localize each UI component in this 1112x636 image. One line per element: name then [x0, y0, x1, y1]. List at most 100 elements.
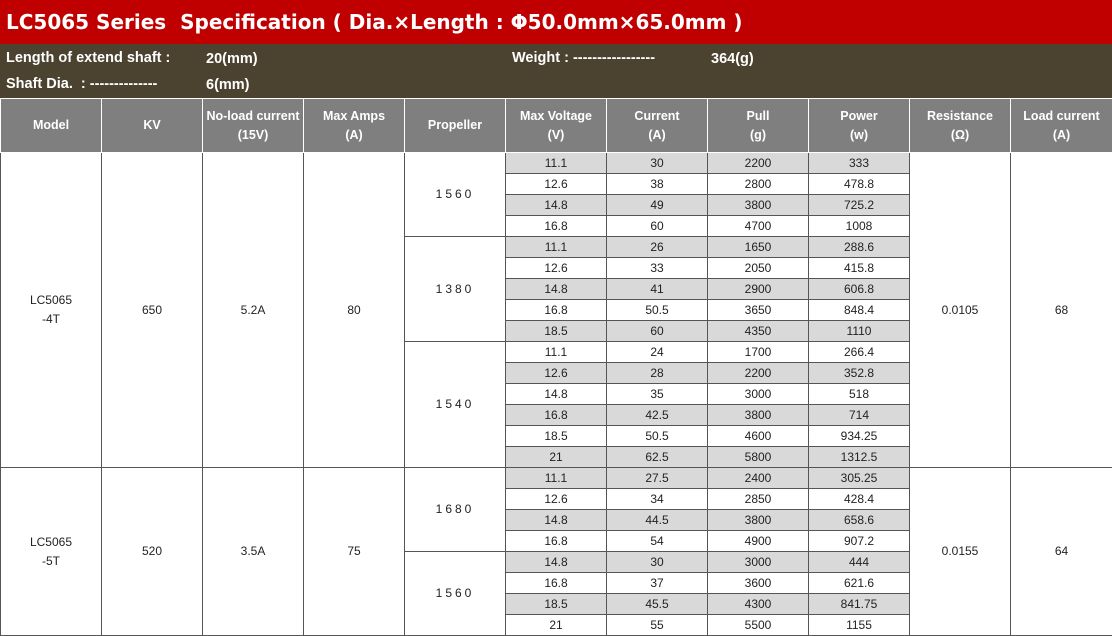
power-cell: 658.6	[809, 510, 910, 531]
voltage-cell: 18.5	[506, 426, 607, 447]
spec-sheet: LC5065 Series Specification ( Dia.×Lengt…	[0, 0, 1112, 614]
propeller-cell: 1560	[405, 153, 506, 237]
weight-label: Weight : -----------------	[512, 50, 655, 66]
header-propeller-label: Propeller	[428, 118, 482, 132]
current-cell: 49	[607, 195, 708, 216]
current-cell: 54	[607, 531, 708, 552]
header-row: Model KV No-load current(15V) Max Amps (A…	[1, 99, 1112, 153]
power-cell: 725.2	[809, 195, 910, 216]
voltage-cell: 18.5	[506, 594, 607, 615]
header-resistance-label: Resistance	[927, 109, 993, 123]
voltage-cell: 14.8	[506, 552, 607, 573]
spec-table-body: LC5065-4T6505.2A80156011.13022003330.010…	[1, 153, 1112, 636]
pull-cell: 4350	[708, 321, 809, 342]
shaft-info-bar: Length of extend shaft : 20(mm) Weight :…	[0, 44, 1112, 98]
voltage-cell: 12.6	[506, 489, 607, 510]
voltage-cell: 18.5	[506, 321, 607, 342]
power-cell: 1008	[809, 216, 910, 237]
current-cell: 41	[607, 279, 708, 300]
voltage-cell: 16.8	[506, 300, 607, 321]
current-cell: 33	[607, 258, 708, 279]
pull-cell: 3600	[708, 573, 809, 594]
voltage-cell: 12.6	[506, 363, 607, 384]
power-cell: 1110	[809, 321, 910, 342]
header-max-voltage-label: Max Voltage	[520, 109, 592, 123]
header-resistance: Resistance (Ω)	[910, 99, 1011, 153]
voltage-cell: 14.8	[506, 279, 607, 300]
propeller-cell: 1680	[405, 468, 506, 552]
header-kv: KV	[102, 99, 203, 153]
pull-cell: 3000	[708, 384, 809, 405]
pull-cell: 4600	[708, 426, 809, 447]
voltage-cell: 11.1	[506, 468, 607, 489]
header-current-unit: (A)	[648, 128, 665, 142]
pull-cell: 1700	[708, 342, 809, 363]
voltage-cell: 14.8	[506, 510, 607, 531]
header-current-label: Current	[634, 109, 679, 123]
header-pull-label: Pull	[747, 109, 770, 123]
pull-cell: 5800	[708, 447, 809, 468]
table-row: LC5065-5T5203.5A75168011.127.52400305.25…	[1, 468, 1112, 489]
header-max-amps: Max Amps (A)	[304, 99, 405, 153]
header-max-amps-label: Max Amps	[323, 109, 385, 123]
shaft-dia-value: 6(mm)	[206, 77, 250, 93]
propeller-cell: 1540	[405, 342, 506, 468]
current-cell: 45.5	[607, 594, 708, 615]
model-cell: LC5065-5T	[1, 468, 102, 636]
current-cell: 50.5	[607, 300, 708, 321]
header-model-label: Model	[33, 118, 69, 132]
voltage-cell: 14.8	[506, 384, 607, 405]
pull-cell: 2200	[708, 363, 809, 384]
power-cell: 841.75	[809, 594, 910, 615]
current-cell: 35	[607, 384, 708, 405]
kv-cell: 520	[102, 468, 203, 636]
power-cell: 621.6	[809, 573, 910, 594]
pull-cell: 2800	[708, 174, 809, 195]
voltage-cell: 12.6	[506, 174, 607, 195]
pull-cell: 4900	[708, 531, 809, 552]
model-name-line1: LC5065	[30, 293, 72, 307]
pull-cell: 2050	[708, 258, 809, 279]
header-power: Power(w)	[809, 99, 910, 153]
power-cell: 288.6	[809, 237, 910, 258]
power-cell: 518	[809, 384, 910, 405]
header-kv-label: KV	[143, 118, 160, 132]
shaft-dia-label: Shaft Dia. : --------------	[6, 76, 157, 92]
pull-cell: 3800	[708, 510, 809, 531]
power-cell: 415.8	[809, 258, 910, 279]
extend-shaft-value: 20(mm)	[206, 51, 258, 67]
model-name-line1: LC5065	[30, 535, 72, 549]
current-cell: 42.5	[607, 405, 708, 426]
power-cell: 266.4	[809, 342, 910, 363]
pull-cell: 3800	[708, 195, 809, 216]
pull-cell: 4300	[708, 594, 809, 615]
propeller-cell: 1380	[405, 237, 506, 342]
header-noload-unit: (15V)	[238, 128, 269, 142]
current-cell: 38	[607, 174, 708, 195]
pull-cell: 4700	[708, 216, 809, 237]
header-max-amps-unit: (A)	[345, 128, 362, 142]
pull-cell: 2400	[708, 468, 809, 489]
resistance-cell: 0.0105	[910, 153, 1011, 468]
header-max-voltage-unit: (V)	[548, 128, 565, 142]
table-row: LC5065-4T6505.2A80156011.13022003330.010…	[1, 153, 1112, 174]
header-resistance-unit: (Ω)	[951, 128, 969, 142]
current-cell: 44.5	[607, 510, 708, 531]
pull-cell: 5500	[708, 615, 809, 636]
voltage-cell: 11.1	[506, 237, 607, 258]
power-cell: 333	[809, 153, 910, 174]
header-load-current: Load current(A)	[1011, 99, 1112, 153]
max-amps-cell: 80	[304, 153, 405, 468]
power-cell: 428.4	[809, 489, 910, 510]
header-current: Current (A)	[607, 99, 708, 153]
power-cell: 907.2	[809, 531, 910, 552]
header-model: Model	[1, 99, 102, 153]
power-cell: 1312.5	[809, 447, 910, 468]
header-noload-current: No-load current(15V)	[203, 99, 304, 153]
current-cell: 55	[607, 615, 708, 636]
max-amps-cell: 75	[304, 468, 405, 636]
power-cell: 1155	[809, 615, 910, 636]
voltage-cell: 16.8	[506, 531, 607, 552]
pull-cell: 1650	[708, 237, 809, 258]
current-cell: 27.5	[607, 468, 708, 489]
